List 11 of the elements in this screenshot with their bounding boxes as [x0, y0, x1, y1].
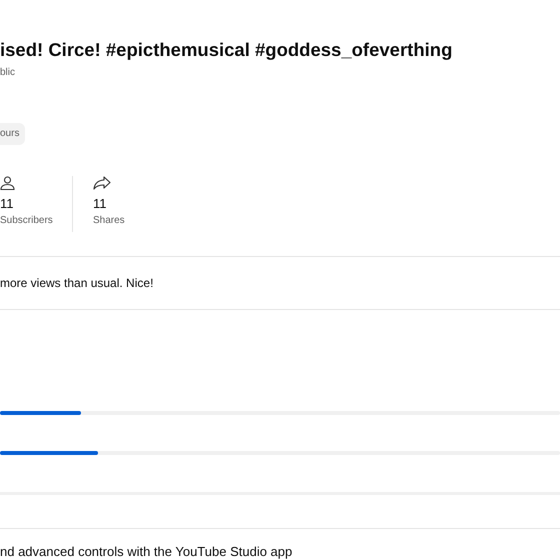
insight-text: more views than usual. Nice!	[0, 276, 154, 290]
person-icon	[0, 176, 15, 190]
stat-value: 11	[93, 196, 106, 212]
stat-label: Shares	[93, 215, 125, 227]
time-chip[interactable]: ours	[0, 123, 26, 145]
share-icon	[93, 176, 111, 190]
video-title: ised! Circe! #epicthemusical #goddess_ofeverthing	[0, 39, 452, 60]
stat-label: Subscribers	[0, 215, 53, 227]
stat-value: 11	[0, 196, 14, 212]
promo-text: nd advanced controls with the YouTube Studio app	[0, 544, 292, 559]
visibility-label: blic	[0, 67, 16, 78]
